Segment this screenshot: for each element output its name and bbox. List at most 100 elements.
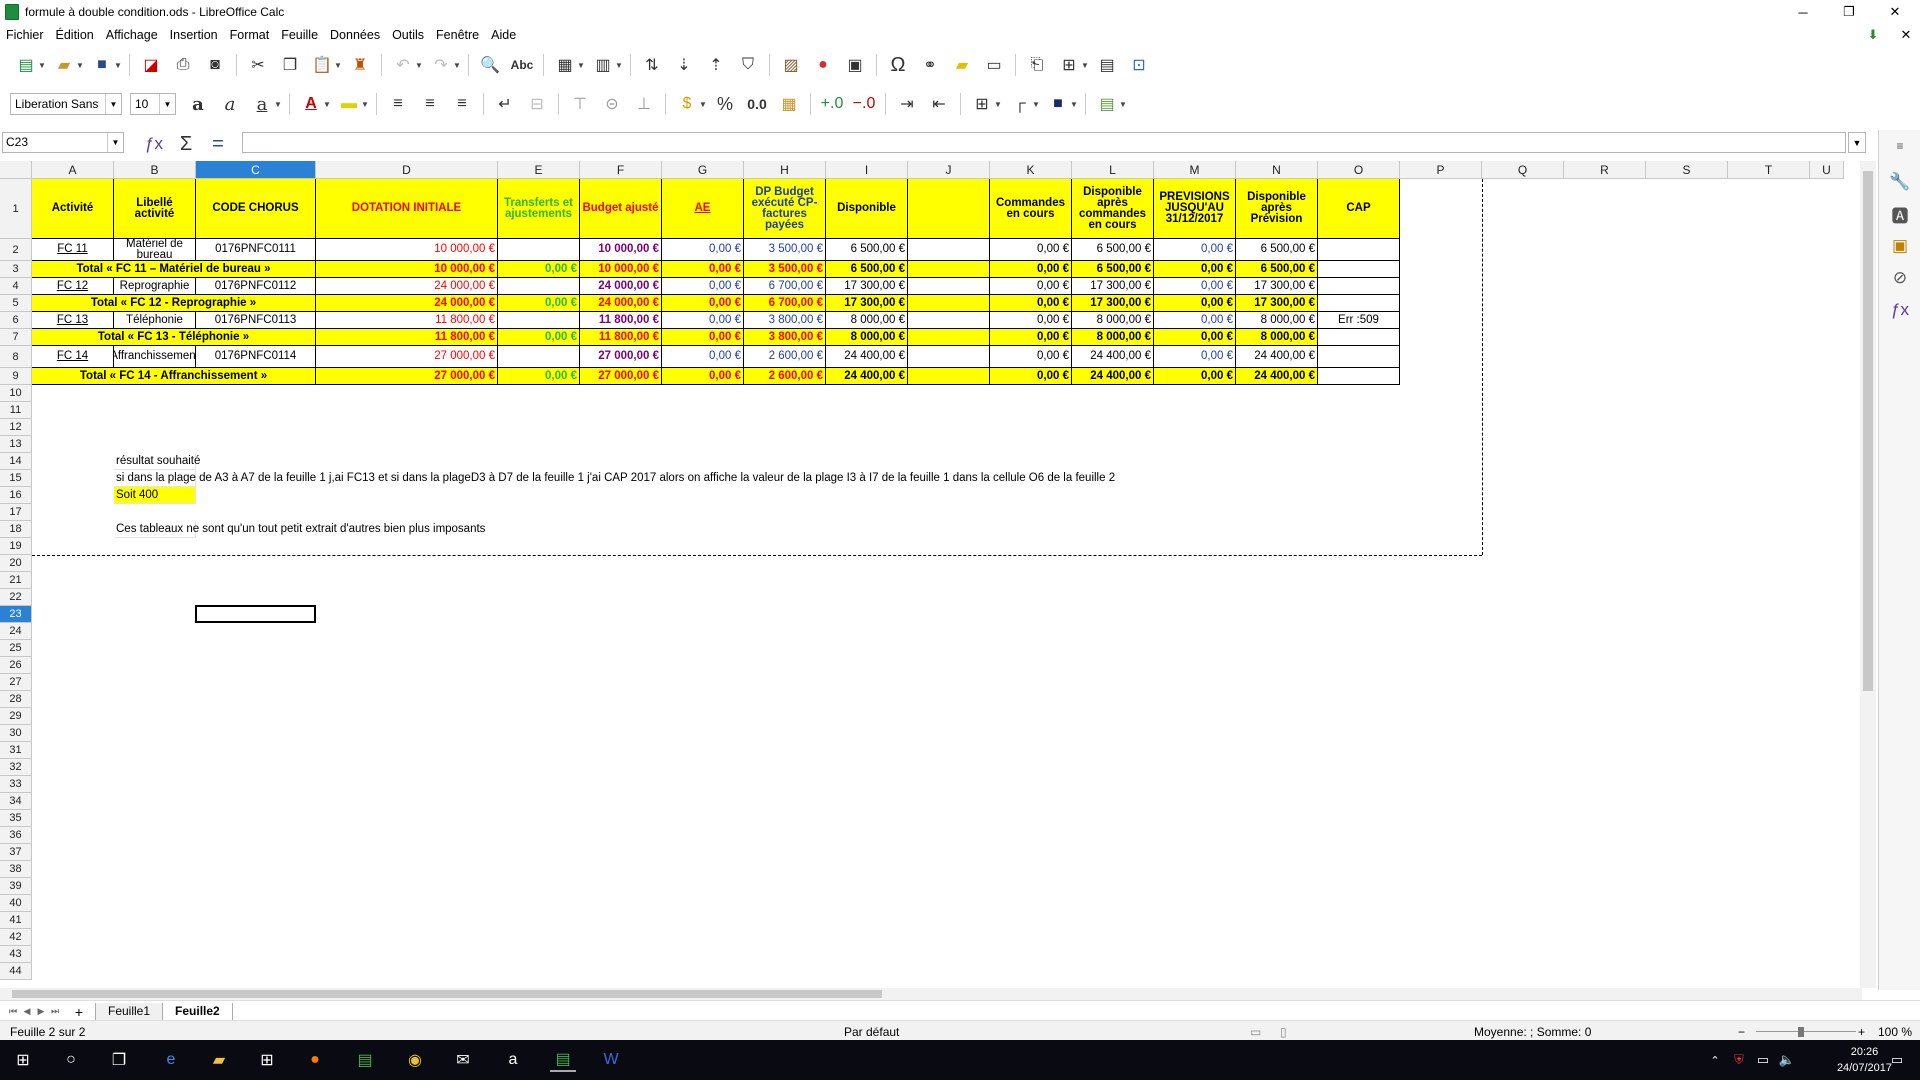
row-header-16[interactable]: 16 — [0, 487, 32, 504]
cell-i9[interactable]: 24 400,00 € — [826, 368, 908, 385]
header-f[interactable]: Budget ajusté — [580, 179, 662, 239]
row-header-9[interactable]: 9 — [0, 368, 32, 385]
row-header-43[interactable]: 43 — [0, 946, 32, 963]
new-document-icon[interactable]: ▤ — [14, 53, 38, 77]
row-header-36[interactable]: 36 — [0, 827, 32, 844]
cell-n3[interactable]: 6 500,00 € — [1236, 261, 1318, 278]
sort-ascending-icon[interactable]: ⇣ — [672, 53, 696, 77]
network-icon[interactable]: ▭ — [1750, 1048, 1776, 1072]
cell-l7[interactable]: 8 000,00 € — [1072, 329, 1154, 346]
cell-m2[interactable]: 0,00 € — [1154, 239, 1236, 261]
header-h[interactable]: DP Budget exécuté CP- factures payées — [744, 179, 826, 239]
styles-icon[interactable]: 🅰 — [1888, 202, 1912, 226]
row-header-42[interactable]: 42 — [0, 929, 32, 946]
row-header-5[interactable]: 5 — [0, 295, 32, 312]
cell-e8[interactable] — [498, 346, 580, 368]
font-name-combo[interactable]: Liberation Sans ▼ — [10, 93, 122, 115]
properties-icon[interactable]: 🔧 — [1888, 170, 1912, 194]
paste-dropdown-icon[interactable]: ▼ — [334, 61, 342, 70]
cell-l4[interactable]: 17 300,00 € — [1072, 278, 1154, 295]
page-style[interactable]: Par défaut — [844, 1025, 899, 1039]
autofilter-icon[interactable]: ⛉ — [736, 53, 760, 77]
font-name-dropdown-icon[interactable]: ▼ — [105, 94, 121, 114]
header-g[interactable]: AE — [662, 179, 744, 239]
undo-icon[interactable]: ↶ — [391, 53, 415, 77]
column-header-e[interactable]: E — [498, 161, 580, 179]
row-header-35[interactable]: 35 — [0, 810, 32, 827]
functions-icon[interactable]: ƒx — [1888, 298, 1912, 322]
name-box[interactable]: C23 ▼ — [2, 132, 124, 153]
bold-icon[interactable]: a — [186, 92, 210, 116]
cell-j8[interactable] — [908, 346, 990, 368]
export-pdf-icon[interactable]: ◪ — [139, 53, 163, 77]
name-box-dropdown-icon[interactable]: ▼ — [107, 133, 123, 152]
number-format-icon[interactable]: 0.0 — [745, 92, 769, 116]
row-header-29[interactable]: 29 — [0, 708, 32, 725]
cell-n7[interactable]: 8 000,00 € — [1236, 329, 1318, 346]
find-replace-icon[interactable]: 🔍 — [478, 53, 502, 77]
cell-d6[interactable]: 11 800,00 € — [316, 312, 498, 329]
cell-k2[interactable]: 0,00 € — [990, 239, 1072, 261]
column-header-p[interactable]: P — [1400, 161, 1482, 179]
cell-k7[interactable]: 0,00 € — [990, 329, 1072, 346]
copy-icon[interactable]: ❐ — [278, 53, 302, 77]
mail-icon[interactable]: ✉ — [450, 1048, 476, 1072]
function-wizard-icon[interactable]: ƒx — [142, 132, 166, 156]
row-header-10[interactable]: 10 — [0, 385, 32, 402]
cell-b6[interactable]: Téléphonie — [114, 312, 196, 329]
cell-a4[interactable]: FC 12 — [32, 278, 114, 295]
zoom-out-icon[interactable]: − — [1738, 1025, 1745, 1039]
header-m[interactable]: PREVISIONS JUSQU'AU 31/12/2017 — [1154, 179, 1236, 239]
store-icon[interactable]: ⊞ — [254, 1048, 280, 1072]
header-c[interactable]: CODE CHORUS — [196, 179, 316, 239]
delete-decimal-icon[interactable]: −.0 — [852, 92, 876, 116]
sort-descending-icon[interactable]: ⇡ — [704, 53, 728, 77]
align-bottom-icon[interactable]: ⊥ — [632, 92, 656, 116]
row-header-2[interactable]: 2 — [0, 239, 32, 261]
horizontal-scrollbar[interactable] — [0, 988, 1862, 1000]
sum-icon[interactable]: Σ — [174, 132, 198, 156]
menu-fenetre[interactable]: Fenêtre — [430, 24, 485, 46]
row-header-44[interactable]: 44 — [0, 963, 32, 980]
underline-icon[interactable]: a — [250, 92, 274, 116]
cell-d7[interactable]: 11 800,00 € — [316, 329, 498, 346]
cell-n9[interactable]: 24 400,00 € — [1236, 368, 1318, 385]
row-header-7[interactable]: 7 — [0, 329, 32, 346]
column-dropdown-icon[interactable]: ▼ — [615, 61, 623, 70]
column-header-h[interactable]: H — [744, 161, 826, 179]
cell-d9[interactable]: 27 000,00 € — [316, 368, 498, 385]
column-header-j[interactable]: J — [908, 161, 990, 179]
gallery-icon[interactable]: ▣ — [1888, 234, 1912, 258]
row-header-32[interactable]: 32 — [0, 759, 32, 776]
cell-h6[interactable]: 3 800,00 € — [744, 312, 826, 329]
cell-j2[interactable] — [908, 239, 990, 261]
cell-i5[interactable]: 17 300,00 € — [826, 295, 908, 312]
decrease-indent-icon[interactable]: ⇤ — [927, 92, 951, 116]
row-header-21[interactable]: 21 — [0, 572, 32, 589]
cell-h3[interactable]: 3 500,00 € — [744, 261, 826, 278]
open-dropdown-icon[interactable]: ▼ — [76, 61, 84, 70]
row-header-31[interactable]: 31 — [0, 742, 32, 759]
cell-k4[interactable]: 0,00 € — [990, 278, 1072, 295]
underline-dropdown-icon[interactable]: ▼ — [274, 100, 282, 109]
cell-d8[interactable]: 27 000,00 € — [316, 346, 498, 368]
file-explorer-icon[interactable]: ▰ — [206, 1048, 232, 1072]
headers-footers-icon[interactable]: ▭ — [982, 53, 1006, 77]
selection-mode-icon[interactable]: ▭ — [1250, 1025, 1261, 1039]
cell-l2[interactable]: 6 500,00 € — [1072, 239, 1154, 261]
restore-icon[interactable]: ❐ — [1826, 0, 1872, 24]
first-sheet-icon[interactable]: ⏮ — [6, 1006, 20, 1017]
vertical-scrollbar[interactable] — [1860, 161, 1876, 988]
cell-i6[interactable]: 8 000,00 € — [826, 312, 908, 329]
hyperlink-icon[interactable]: ⚭ — [918, 53, 942, 77]
row-header-1[interactable]: 1 — [0, 179, 32, 239]
align-middle-icon[interactable]: ⊝ — [600, 92, 624, 116]
cell-e5[interactable]: 0,00 € — [498, 295, 580, 312]
menu-insertion[interactable]: Insertion — [164, 24, 224, 46]
header-j[interactable] — [908, 179, 990, 239]
align-center-icon[interactable]: ≡ — [418, 92, 442, 116]
undo-dropdown-icon[interactable]: ▼ — [415, 61, 423, 70]
paste-icon[interactable]: 📋 — [310, 53, 334, 77]
insert-chart-icon[interactable]: ● — [811, 53, 835, 77]
menu-aide[interactable]: Aide — [485, 24, 522, 46]
